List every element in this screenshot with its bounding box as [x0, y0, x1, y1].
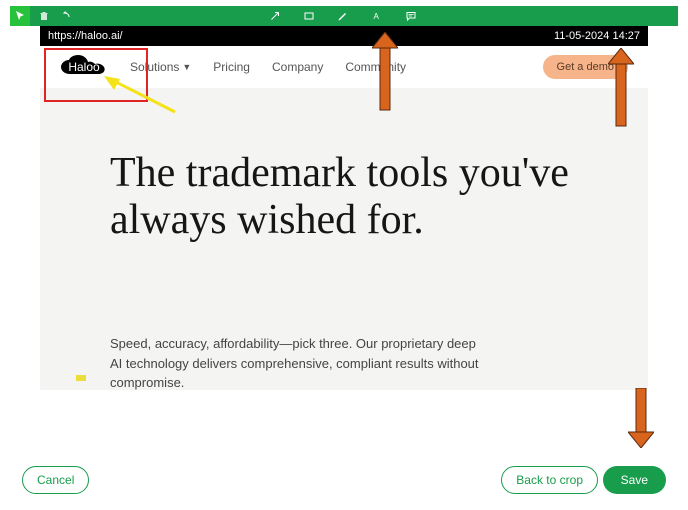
- editor-toolbar: A: [10, 6, 678, 26]
- nav-community: Community: [345, 60, 406, 74]
- comment-tool[interactable]: [401, 6, 421, 26]
- save-button[interactable]: Save: [603, 466, 666, 494]
- cancel-button[interactable]: Cancel: [22, 466, 89, 494]
- editor-bottom-bar: Cancel Back to crop Save: [0, 460, 688, 500]
- site-header: Haloo Solutions ▼ Pricing Company Commun…: [40, 46, 648, 88]
- delete-tool[interactable]: [34, 6, 54, 26]
- arrow-tool[interactable]: [265, 6, 285, 26]
- text-tool-icon: A: [371, 10, 383, 22]
- svg-text:A: A: [374, 12, 380, 21]
- nav-solutions-label: Solutions: [130, 60, 179, 74]
- undo-tool[interactable]: [56, 6, 76, 26]
- back-to-crop-button[interactable]: Back to crop: [501, 466, 598, 494]
- undo-icon: [60, 10, 72, 22]
- page-url: https://haloo.ai/: [48, 30, 123, 42]
- url-bar: https://haloo.ai/ 11-05-2024 14:27: [40, 26, 648, 46]
- chevron-down-icon: ▼: [182, 62, 191, 72]
- nav-pricing: Pricing: [213, 60, 250, 74]
- site-logo: Haloo: [60, 54, 108, 80]
- pen-tool[interactable]: [333, 6, 353, 26]
- nav-company: Company: [272, 60, 323, 74]
- get-demo-button: Get a demo: [543, 55, 628, 79]
- capture-timestamp: 11-05-2024 14:27: [554, 30, 640, 42]
- hero-title: The trademark tools you've always wished…: [110, 150, 598, 244]
- pen-tool-icon: [337, 10, 349, 22]
- logo-text: Haloo: [68, 60, 99, 74]
- hero-subtitle: Speed, accuracy, affordability—pick thre…: [110, 334, 480, 393]
- nav-solutions: Solutions ▼: [130, 60, 191, 74]
- hero-section: The trademark tools you've always wished…: [40, 88, 648, 390]
- comment-tool-icon: [405, 10, 417, 22]
- toolbar-center-tools: A: [265, 6, 423, 26]
- screenshot-canvas[interactable]: https://haloo.ai/ 11-05-2024 14:27 Haloo…: [10, 26, 678, 390]
- cursor-tool[interactable]: [10, 6, 30, 26]
- trash-icon: [38, 10, 50, 22]
- arrow-tool-icon: [269, 10, 281, 22]
- text-tool[interactable]: A: [367, 6, 387, 26]
- rectangle-tool-icon: [303, 10, 315, 22]
- annotation-orange-arrow-bottom-right[interactable]: [628, 388, 654, 448]
- decorative-mark: [76, 375, 86, 381]
- rectangle-tool[interactable]: [299, 6, 319, 26]
- cursor-icon: [14, 10, 26, 22]
